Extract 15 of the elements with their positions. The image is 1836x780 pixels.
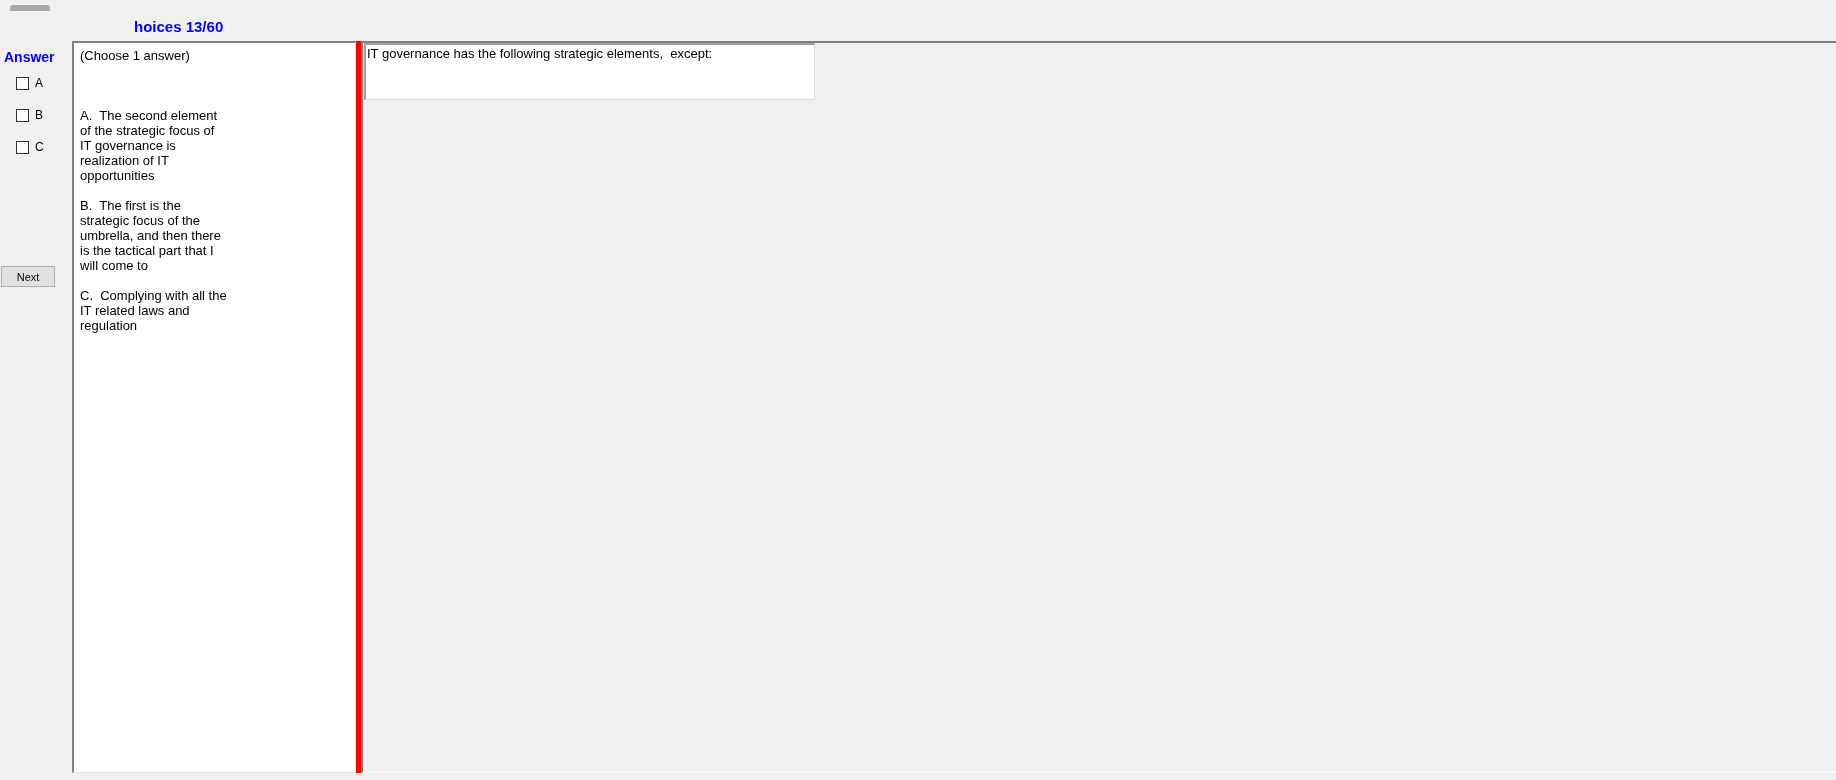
checkbox[interactable]	[16, 108, 29, 122]
option-letter: B	[35, 108, 43, 122]
question-textbox[interactable]: IT governance has the following strategic elements, except:	[364, 43, 815, 100]
choice-text: B. The first is the strategic focus of the umbrella, and then there is the tactical part that I will come to	[80, 198, 222, 273]
next-button[interactable]: Next	[1, 266, 55, 287]
instruction-text: (Choose 1 answer)	[80, 48, 190, 63]
page-title: hoices 13/60	[134, 18, 224, 35]
choice-text: A. The second element of the strategic focus of IT governance is realization of IT opportunities	[80, 108, 219, 183]
tab-edge	[10, 5, 50, 11]
answer-label: Answer	[4, 49, 55, 65]
checkbox[interactable]	[16, 140, 29, 154]
option-letter: A	[35, 76, 43, 90]
option-letter: C	[35, 140, 44, 154]
checkbox[interactable]	[16, 76, 29, 90]
choice-text: C. Complying with all the IT related laws and regulation	[80, 288, 228, 333]
